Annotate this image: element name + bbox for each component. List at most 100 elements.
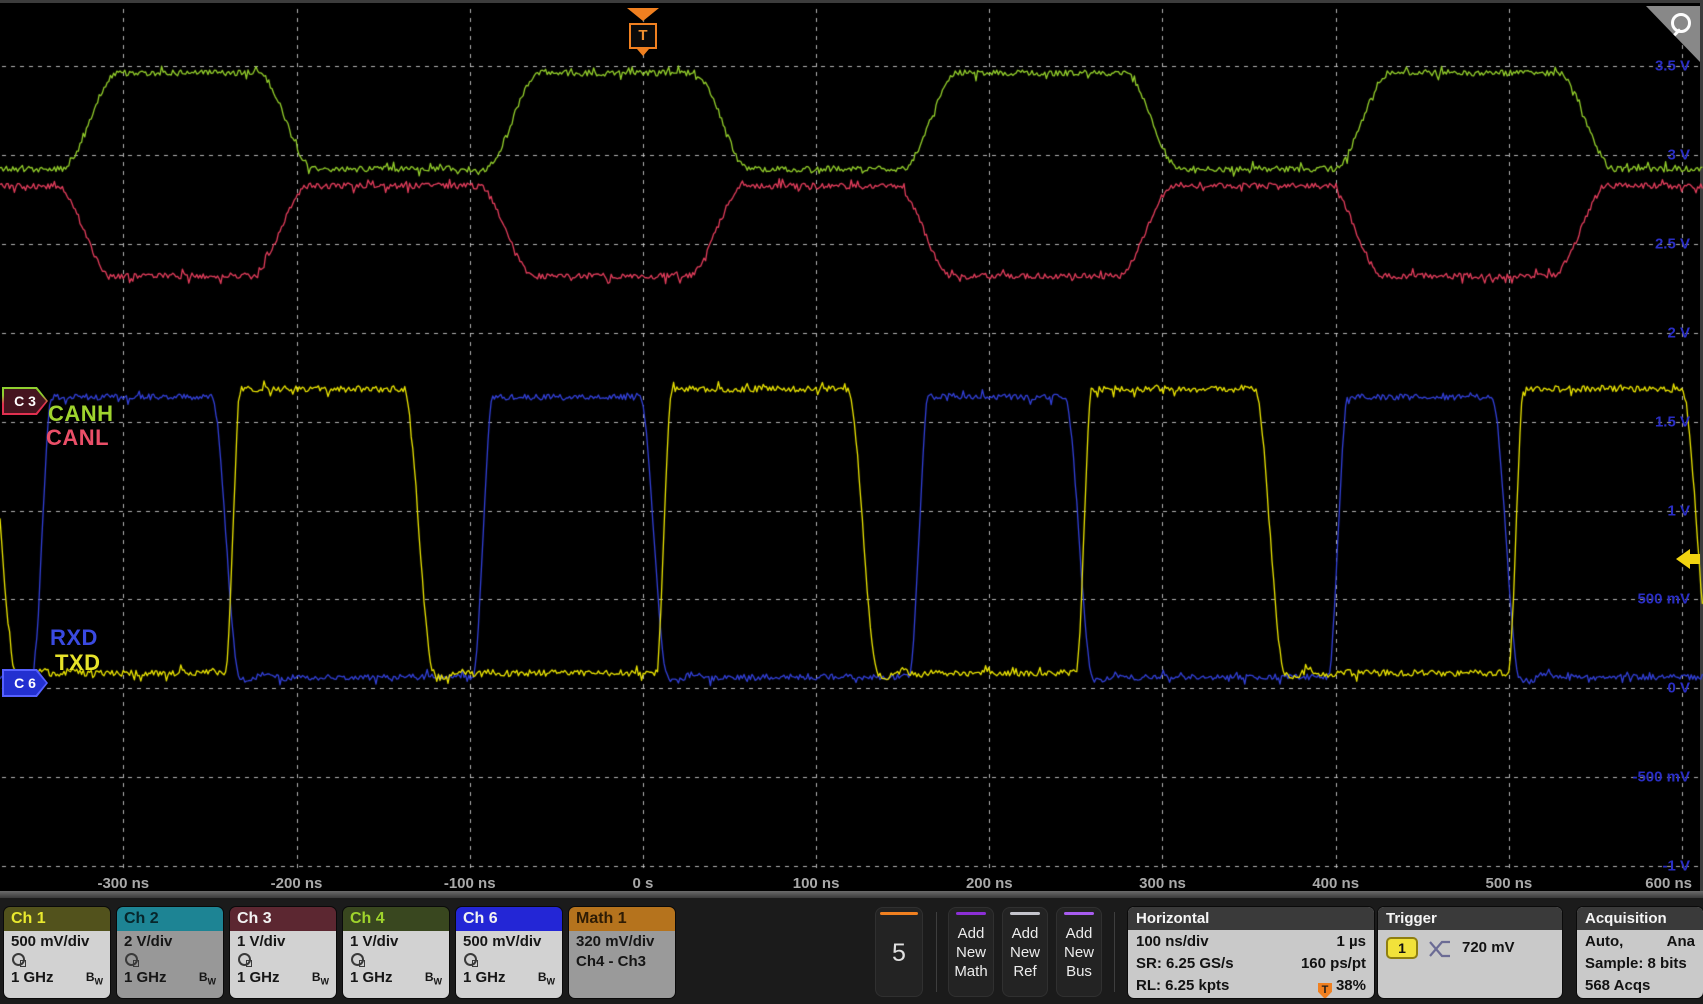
results-count: 5: [875, 939, 923, 968]
ch4-bandwidth: 1 GHz: [350, 969, 393, 986]
ch1-bandwidth: 1 GHz: [11, 969, 54, 986]
ch6-bandwidth: 1 GHz: [463, 969, 506, 986]
add-new-ref-button[interactable]: AddNewRef: [1002, 907, 1048, 997]
bottom-settings-bar: Ch 1 500 mV/div 1 GHz BW Ch 2 2 V/div 1 G…: [0, 898, 1703, 1004]
acquisition-sample: Sample: 8 bits: [1585, 953, 1695, 975]
ch4-title: Ch 4: [343, 907, 449, 931]
sample-rate: SR: 6.25 GS/s: [1136, 953, 1234, 975]
ch1-scale: 500 mV/div: [11, 933, 103, 950]
trigger-position-percent: 38%: [1336, 977, 1366, 994]
acquisition-settings-panel[interactable]: Acquisition Auto, Ana Sample: 8 bits 568 …: [1577, 907, 1703, 998]
voltage-tick-label: 2 V: [1667, 324, 1690, 341]
channel-badge-ch3[interactable]: Ch 3 1 V/div 1 GHz BW: [230, 907, 336, 998]
time-tick-label: -200 ns: [271, 875, 323, 892]
add-new-bus-button[interactable]: AddNewBus: [1056, 907, 1102, 997]
ch6-scale: 500 mV/div: [463, 933, 555, 950]
acquisition-mode: Auto,: [1585, 931, 1623, 953]
trigger-marker-t-icon: T: [629, 23, 657, 49]
trigger-level-arrow-icon: [1676, 549, 1690, 569]
probe-icon: [11, 950, 103, 969]
bandwidth-limit-icon: BW: [199, 970, 216, 986]
bandwidth-limit-icon: BW: [86, 970, 103, 986]
voltage-tick-label: 3.5 V: [1655, 58, 1690, 75]
voltage-tick-label: 0 V: [1667, 680, 1690, 697]
math1-scale: 320 mV/div: [576, 933, 668, 950]
ref-accent-line: [1010, 912, 1040, 915]
rxd-trace-label: RXD: [50, 625, 98, 651]
bandwidth-limit-icon: BW: [425, 970, 442, 986]
trigger-level-value: 720 mV: [1462, 937, 1515, 959]
acquisition-panel-title: Acquisition: [1577, 907, 1703, 930]
waveform-display[interactable]: [0, 3, 1703, 894]
math-accent-line: [956, 912, 986, 915]
time-tick-label: -300 ns: [97, 875, 149, 892]
voltage-tick-label: 2.5 V: [1655, 235, 1690, 252]
voltage-tick-label: 1 V: [1667, 502, 1690, 519]
probe-icon: [237, 950, 329, 969]
txd-trace-label: TXD: [55, 650, 101, 676]
ch2-title: Ch 2: [117, 907, 223, 931]
bandwidth-limit-icon: BW: [538, 970, 555, 986]
voltage-tick-label: -500 mV: [1632, 769, 1690, 786]
probe-icon: [124, 950, 216, 969]
results-count-button[interactable]: 5: [875, 907, 923, 997]
ch3-bandwidth: 1 GHz: [237, 969, 280, 986]
horizontal-panel-title: Horizontal: [1128, 907, 1374, 930]
ch6-title: Ch 6: [456, 907, 562, 931]
probe-icon: [350, 950, 442, 969]
horizontal-scale: 100 ns/div: [1136, 931, 1209, 953]
trigger-panel-title: Trigger: [1378, 907, 1562, 930]
voltage-tick-label: 3 V: [1667, 146, 1690, 163]
canh-trace-label: CANH: [48, 401, 114, 427]
ch3-scale: 1 V/div: [237, 933, 329, 950]
time-tick-label: 400 ns: [1312, 875, 1359, 892]
voltage-tick-label: 1.5 V: [1655, 413, 1690, 430]
ch2-scale: 2 V/div: [124, 933, 216, 950]
resolution: 160 ps/pt: [1301, 953, 1366, 975]
ch3-title: Ch 3: [230, 907, 336, 931]
canl-trace-label: CANL: [46, 425, 109, 451]
trigger-level-arrow[interactable]: [1676, 549, 1700, 569]
trigger-level-arrow-stem: [1689, 554, 1700, 564]
horizontal-settings-panel[interactable]: Horizontal 100 ns/div 1 µs SR: 6.25 GS/s 1…: [1128, 907, 1374, 998]
probe-icon: [463, 950, 555, 969]
oscilloscope-screen: CANH CANL RXD TXD C 3 C 6 T -300 ns-200 …: [0, 0, 1703, 1004]
either-edge-icon: [1427, 939, 1453, 958]
trigger-marker-arrow-icon: [627, 8, 659, 21]
time-tick-label: 600 ns: [1645, 875, 1692, 892]
voltage-tick-label: -1 V: [1662, 858, 1690, 875]
horizontal-window: 1 µs: [1337, 931, 1367, 953]
trigger-position-marker[interactable]: T: [626, 8, 660, 56]
voltage-tick-label: 500 mV: [1637, 591, 1690, 608]
acquisition-count: 568 Acqs: [1585, 975, 1695, 997]
channel-badge-ch4[interactable]: Ch 4 1 V/div 1 GHz BW: [343, 907, 449, 998]
channel-badge-math1[interactable]: Math 1 320 mV/div Ch4 - Ch3: [569, 907, 675, 998]
time-tick-label: 300 ns: [1139, 875, 1186, 892]
time-tick-label: 100 ns: [793, 875, 840, 892]
trigger-source-chip: 1: [1386, 937, 1418, 959]
record-length: RL: 6.25 kpts: [1136, 975, 1229, 998]
channel-badge-ch1[interactable]: Ch 1 500 mV/div 1 GHz BW: [4, 907, 110, 998]
orange-accent-line: [880, 912, 918, 915]
scope-bar-divider: [0, 891, 1703, 898]
time-tick-label: 0 s: [632, 875, 653, 892]
toolbar-separator: [936, 912, 937, 992]
add-new-math-button[interactable]: AddNewMath: [948, 907, 994, 997]
math1-expression: Ch4 - Ch3: [576, 953, 668, 970]
bus-accent-line: [1064, 912, 1094, 915]
math1-title: Math 1: [569, 907, 675, 931]
bandwidth-limit-icon: BW: [312, 970, 329, 986]
channel-badge-ch2[interactable]: Ch 2 2 V/div 1 GHz BW: [117, 907, 223, 998]
trigger-marker-tail-icon: [637, 49, 649, 56]
ch2-bandwidth: 1 GHz: [124, 969, 167, 986]
channel-badge-ch6[interactable]: Ch 6 500 mV/div 1 GHz BW: [456, 907, 562, 998]
waveform-area: CANH CANL RXD TXD C 3 C 6 T -300 ns-200 …: [0, 0, 1703, 891]
acquisition-clipped-text: Ana: [1667, 931, 1695, 953]
ch4-scale: 1 V/div: [350, 933, 442, 950]
ch1-title: Ch 1: [4, 907, 110, 931]
time-tick-label: 500 ns: [1486, 875, 1533, 892]
toolbar-separator: [1114, 912, 1115, 992]
trigger-settings-panel[interactable]: Trigger 1 720 mV: [1378, 907, 1562, 998]
trigger-position-icon: T: [1318, 983, 1332, 998]
time-tick-label: -100 ns: [444, 875, 496, 892]
